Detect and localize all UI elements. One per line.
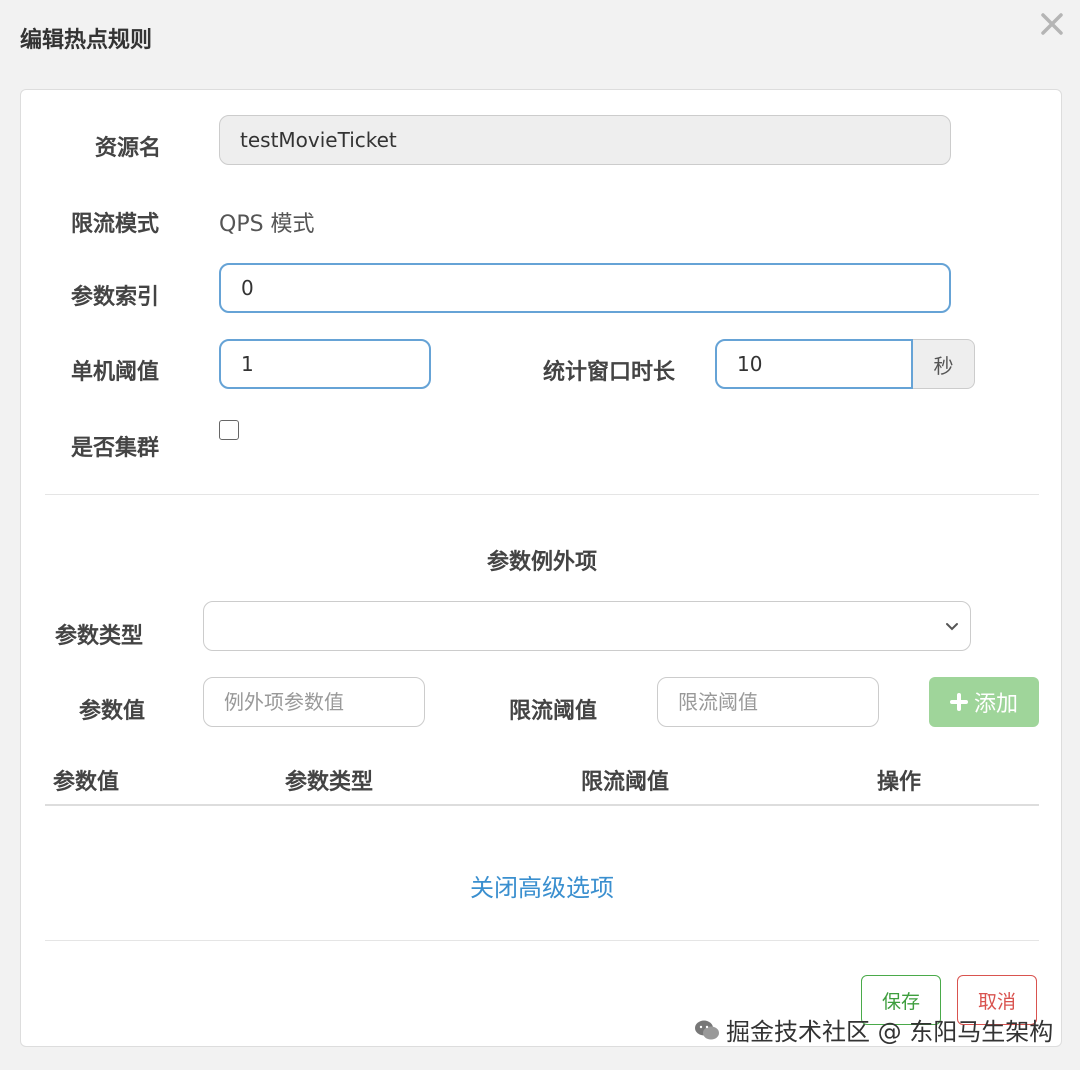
plus-icon <box>949 693 968 711</box>
column-header-param-type: 参数类型 <box>285 770 374 795</box>
close-button[interactable] <box>1032 4 1072 44</box>
form-divider <box>45 494 1039 495</box>
column-header-param-value: 参数值 <box>53 770 120 795</box>
limit-input[interactable] <box>657 677 879 727</box>
param-index-label: 参数索引 <box>71 285 160 310</box>
watermark: 掘金技术社区 @ 东阳马生架构 <box>694 1012 1053 1047</box>
table-header-divider <box>45 804 1039 806</box>
mode-value: QPS 模式 <box>219 212 315 237</box>
param-type-select[interactable] <box>203 601 971 651</box>
resource-input[interactable] <box>219 115 951 165</box>
mode-label: 限流模式 <box>71 212 160 237</box>
cluster-checkbox[interactable] <box>219 420 239 440</box>
dialog-title: 编辑热点规则 <box>20 28 153 53</box>
close-icon <box>1041 13 1063 35</box>
window-label: 统计窗口时长 <box>543 360 676 385</box>
resource-label: 资源名 <box>95 136 162 161</box>
window-input[interactable] <box>715 339 913 389</box>
wechat-icon <box>695 1020 719 1039</box>
toggle-advanced-link[interactable]: 关闭高级选项 <box>21 868 1063 903</box>
limit-label: 限流阈值 <box>509 699 598 724</box>
column-header-limit: 限流阈值 <box>581 770 670 795</box>
watermark-text: 掘金技术社区 @ 东阳马生架构 <box>726 1018 1054 1046</box>
add-exception-button[interactable]: 添加 <box>929 677 1039 727</box>
chevron-down-icon <box>946 623 958 631</box>
threshold-input[interactable] <box>219 339 431 389</box>
window-unit-addon: 秒 <box>913 339 975 389</box>
param-index-input[interactable] <box>219 263 951 313</box>
footer-divider <box>45 940 1039 941</box>
threshold-label: 单机阈值 <box>71 360 160 385</box>
cluster-label: 是否集群 <box>71 436 160 461</box>
add-exception-label: 添加 <box>973 692 1018 717</box>
rule-form-panel: 资源名 限流模式 QPS 模式 参数索引 单机阈值 统计窗口时长 秒 是否集群 … <box>20 89 1062 1047</box>
param-value-label: 参数值 <box>79 699 146 724</box>
param-value-input[interactable] <box>203 677 425 727</box>
exceptions-section-title: 参数例外项 <box>486 550 597 575</box>
column-header-actions: 操作 <box>877 770 922 795</box>
param-type-label: 参数类型 <box>55 624 144 649</box>
